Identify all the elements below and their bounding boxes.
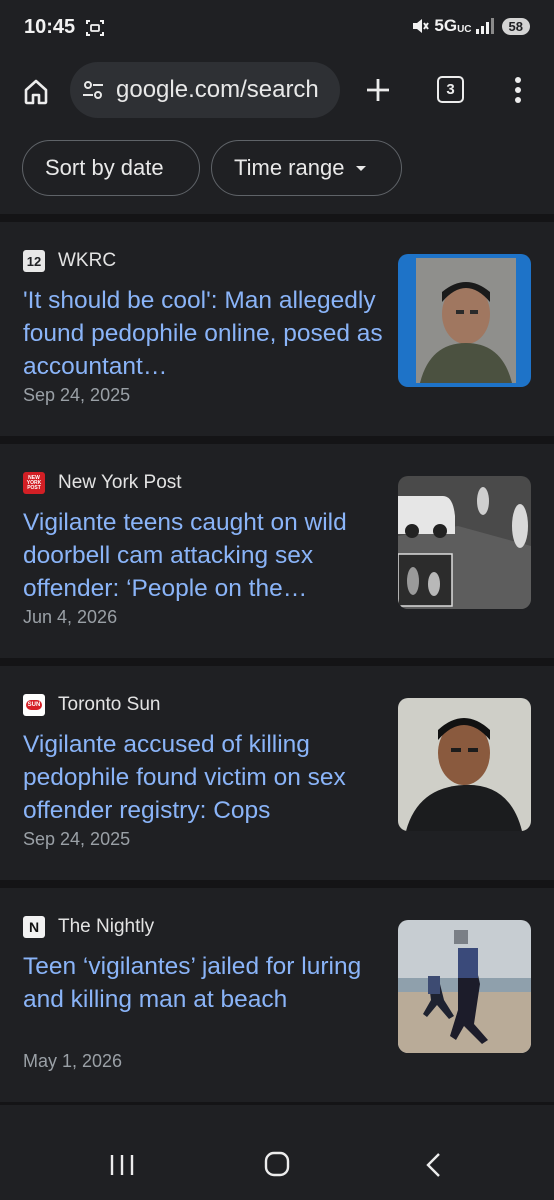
source-name: WKRC xyxy=(58,250,117,271)
tune-icon[interactable] xyxy=(82,79,104,101)
address-bar[interactable]: google.com/search xyxy=(70,62,340,118)
time-range-chip[interactable]: Time range xyxy=(211,140,402,196)
result-headline[interactable]: Vigilante teens caught on wild doorbell … xyxy=(23,506,383,605)
caret-down-icon xyxy=(356,165,367,171)
plus-icon[interactable] xyxy=(362,74,394,106)
search-results: Sort by date Time range 12 WKRC 'It shou… xyxy=(0,130,554,1105)
source-row: N The Nightly xyxy=(23,916,154,938)
back-icon[interactable] xyxy=(422,1151,444,1179)
result-date: Sep 24, 2025 xyxy=(23,829,131,849)
sun-logo-text: SUN xyxy=(25,700,43,710)
status-indicators: 5G UC 58 xyxy=(410,16,530,36)
battery-badge: 58 xyxy=(501,17,530,35)
filter-chips: Sort by date Time range xyxy=(0,130,554,214)
source-row: 12 WKRC xyxy=(23,250,116,272)
screenshot-icon xyxy=(86,20,104,36)
home-button[interactable] xyxy=(18,74,54,110)
result-thumbnail[interactable] xyxy=(398,920,531,1053)
toronto-sun-logo-icon: SUN xyxy=(23,694,45,716)
sort-by-date-chip[interactable]: Sort by date xyxy=(22,140,200,196)
network-sub-label: UC xyxy=(457,23,472,35)
result-thumbnail[interactable] xyxy=(398,698,531,831)
recents-icon[interactable] xyxy=(108,1153,136,1177)
wkrc-logo-icon: 12 xyxy=(23,250,45,272)
tab-switcher-button[interactable]: 3 xyxy=(437,76,464,103)
result-card[interactable]: 12 WKRC 'It should be cool': Man alleged… xyxy=(0,222,554,436)
source-row: NEW YORK POST New York Post xyxy=(23,472,182,494)
doorbell-cam-thumbnail-image xyxy=(398,476,531,609)
home-icon xyxy=(24,79,48,105)
result-date: May 1, 2026 xyxy=(23,1051,123,1071)
mute-icon xyxy=(413,19,430,33)
beach-thumbnail-image xyxy=(398,920,531,1053)
result-headline[interactable]: Teen ‘vigilantes’ jailed for luring and … xyxy=(23,950,383,1049)
result-headline[interactable]: Vigilante accused of killing pedophile f… xyxy=(23,728,383,827)
status-bar: 10:45 5G UC 58 xyxy=(0,0,554,56)
more-vert-icon[interactable] xyxy=(508,74,528,106)
source-name: Toronto Sun xyxy=(58,694,161,715)
source-name: The Nightly xyxy=(58,916,155,937)
network-label: 5G xyxy=(434,16,458,35)
result-date: Sep 24, 2025 xyxy=(23,385,131,405)
browser-toolbar: google.com/search 3 xyxy=(0,56,554,130)
url-text[interactable]: google.com/search xyxy=(116,76,319,104)
signal-icon xyxy=(475,18,494,34)
the-nightly-logo-icon: N xyxy=(23,916,45,938)
result-card[interactable]: NEW YORK POST New York Post Vigilante te… xyxy=(0,444,554,658)
result-date: Jun 4, 2026 xyxy=(23,607,118,627)
status-time: 10:45 xyxy=(24,16,76,38)
mugshot-thumbnail-image xyxy=(398,698,531,831)
result-thumbnail[interactable] xyxy=(398,254,531,387)
mugshot-thumbnail-image xyxy=(398,254,531,387)
sort-chip-label: Sort by date xyxy=(45,155,164,180)
result-headline[interactable]: 'It should be cool': Man allegedly found… xyxy=(23,284,383,383)
result-card[interactable]: N The Nightly Teen ‘vigilantes’ jailed f… xyxy=(0,888,554,1102)
result-thumbnail[interactable] xyxy=(398,476,531,609)
result-card[interactable]: SUN Toronto Sun Vigilante accused of kil… xyxy=(0,666,554,880)
source-row: SUN Toronto Sun xyxy=(23,694,160,716)
nypost-logo-icon: NEW YORK POST xyxy=(23,472,45,494)
nav-home-icon[interactable] xyxy=(263,1150,291,1178)
source-name: New York Post xyxy=(58,472,182,493)
system-nav-bar xyxy=(0,1105,554,1200)
time-chip-label: Time range xyxy=(234,155,345,180)
